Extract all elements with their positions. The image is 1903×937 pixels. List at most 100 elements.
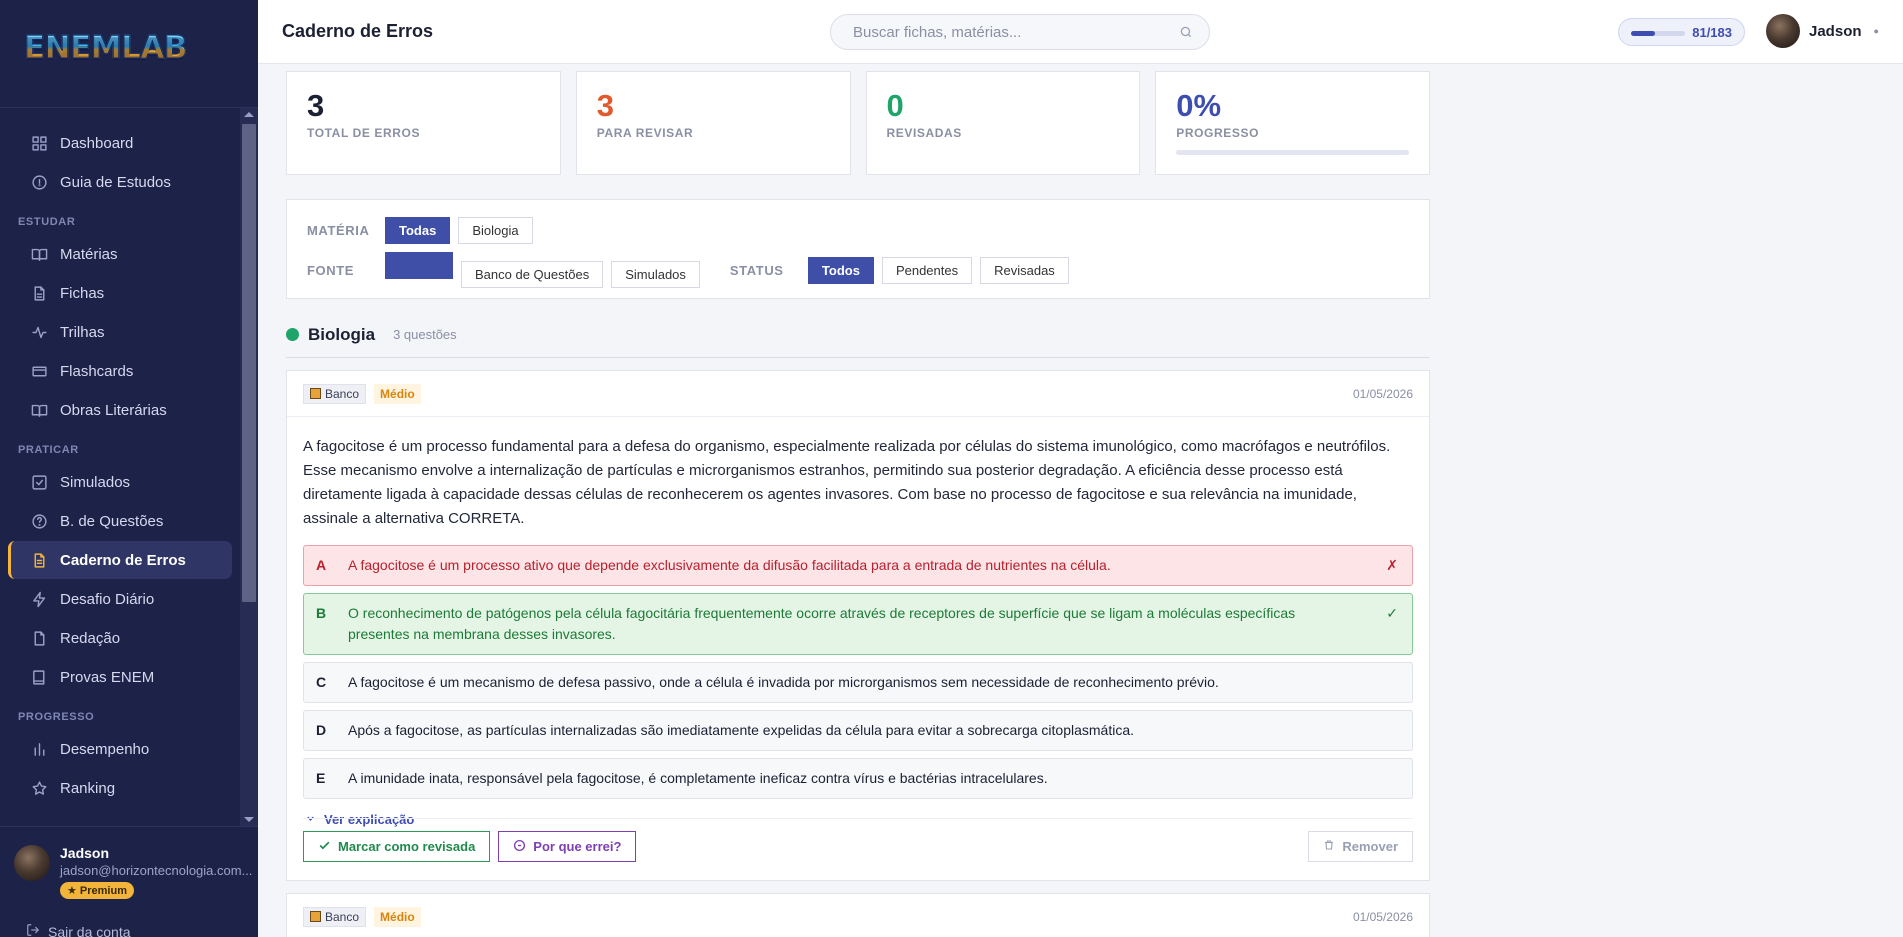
progress-pill[interactable]: 81/183 xyxy=(1618,18,1745,46)
materia-chip-todas[interactable]: Todas xyxy=(385,216,451,244)
logo[interactable]: ENEMLAB xyxy=(0,0,258,108)
question-date: 01/05/2026 xyxy=(1352,386,1413,401)
option-text: A imunidade inata, responsável pela fago… xyxy=(348,770,1048,786)
status-chip-todos[interactable]: Todos xyxy=(807,256,874,284)
sidebar-item-label: Redação xyxy=(60,629,121,647)
book-open-icon xyxy=(30,245,48,263)
filter-label-fonte: FONTE xyxy=(307,262,355,278)
file-text-icon xyxy=(30,284,48,302)
option-letter: C xyxy=(316,674,327,690)
sidebar-item-label: Matérias xyxy=(60,245,118,263)
scrollbar-thumb[interactable] xyxy=(242,124,256,602)
sidebar-item-label: Desafio Diário xyxy=(60,590,155,608)
fonte-chip-simulados[interactable]: Simulados xyxy=(611,261,700,288)
progress-track xyxy=(1631,31,1685,36)
sidebar-item-b-de-quest-es[interactable]: B. de Questões xyxy=(8,502,232,540)
logout-link[interactable]: Sair da conta xyxy=(26,923,131,937)
sidebar: ENEMLAB Dashboard Guia de Estudos ESTUDAR M… xyxy=(0,0,258,937)
scroll-up-icon[interactable] xyxy=(244,112,254,117)
stat-value: 3 xyxy=(307,88,325,123)
answer-option-a[interactable]: A A fagocitose é um processo ativo que de… xyxy=(303,545,1413,586)
sidebar-scrollbar[interactable] xyxy=(240,108,258,826)
status-chip-pendentes[interactable]: Pendentes xyxy=(881,256,973,284)
source-tag: Banco xyxy=(303,383,367,404)
logout-label: Sair da conta xyxy=(48,923,131,937)
info-circle-icon xyxy=(513,839,526,855)
sidebar-item-label: Flashcards xyxy=(60,362,134,380)
scroll-down-icon[interactable] xyxy=(244,817,254,822)
grid-icon xyxy=(30,134,48,152)
sidebar-item-trilhas[interactable]: Trilhas xyxy=(8,313,232,351)
sidebar-item-reda-o[interactable]: Redação xyxy=(8,619,232,657)
option-letter: B xyxy=(316,605,327,621)
check-mark-icon: ✓ xyxy=(1386,605,1398,621)
answer-option-c[interactable]: C A fagocitose é um mecanismo de defesa p… xyxy=(303,662,1413,703)
search-icon[interactable] xyxy=(1179,25,1193,44)
sidebar-item-caderno-de-erros[interactable]: Caderno de Erros xyxy=(8,541,232,579)
sidebar-item-label: Fichas xyxy=(60,284,105,302)
sidebar-item-desempenho[interactable]: Desempenho xyxy=(8,730,232,768)
book-icon xyxy=(310,388,321,399)
materia-chip-biologia[interactable]: Biologia xyxy=(458,216,533,244)
remove-button[interactable]: Remover xyxy=(1308,831,1413,862)
option-text: Após a fagocitose, as partículas interna… xyxy=(348,722,1134,738)
question-card: Banco Médio 01/05/2026 xyxy=(286,893,1430,937)
avatar xyxy=(1766,14,1800,48)
mark-reviewed-button[interactable]: Marcar como revisada xyxy=(303,831,491,862)
difficulty-tag: Médio xyxy=(374,906,421,927)
cards-icon xyxy=(30,362,48,380)
filter-label-status: STATUS xyxy=(729,262,784,278)
stat-label: REVISADAS xyxy=(886,126,962,140)
avatar[interactable] xyxy=(14,845,50,881)
stat-value: 0% xyxy=(1176,88,1222,123)
sidebar-item-mat-rias[interactable]: Matérias xyxy=(8,235,232,273)
difficulty-tag: Médio xyxy=(374,383,421,404)
answer-option-d[interactable]: D Após a fagocitose, as partículas intern… xyxy=(303,710,1413,751)
subject-group-header[interactable]: Biologia 3 questões xyxy=(286,320,1430,358)
fonte-chips: Banco de Questões Simulados xyxy=(385,252,708,288)
answer-option-b[interactable]: B O reconhecimento de patógenos pela célu… xyxy=(303,593,1413,655)
question-card-header: Banco Médio 01/05/2026 xyxy=(287,371,1429,417)
sidebar-item-dashboard[interactable]: Dashboard xyxy=(8,124,232,162)
fonte-chip-all[interactable] xyxy=(385,252,453,279)
sidebar-item-fichas[interactable]: Fichas xyxy=(8,274,232,312)
main-content: 3 TOTAL DE ERROS 3 PARA REVISAR 0 REVISADAS 0%… xyxy=(286,64,1430,937)
sidebar-item-flashcards[interactable]: Flashcards xyxy=(8,352,232,390)
star-icon xyxy=(30,779,48,797)
book-icon xyxy=(30,401,48,419)
sidebar-item-label: Desempenho xyxy=(60,740,150,758)
search-input[interactable] xyxy=(831,15,1151,49)
sidebar-item-guia-de-estudos[interactable]: Guia de Estudos xyxy=(8,163,232,201)
option-letter: E xyxy=(316,770,326,786)
notebook-icon xyxy=(30,551,48,569)
question-date: 01/05/2026 xyxy=(1352,909,1413,924)
sidebar-item-ranking[interactable]: Ranking xyxy=(8,769,232,807)
header-user-menu[interactable]: Jadson ● xyxy=(1766,14,1879,48)
filter-label-materia: MATÉRIA xyxy=(307,222,370,238)
sidebar-item-simulados[interactable]: Simulados xyxy=(8,463,232,501)
sidebar-item-obras-liter-rias[interactable]: Obras Literárias xyxy=(8,391,232,429)
source-tag: Banco xyxy=(303,906,367,927)
sidebar-item-provas-enem[interactable]: Provas ENEM xyxy=(8,658,232,696)
fonte-chip-banco-de-quest-es[interactable]: Banco de Questões xyxy=(461,261,604,288)
sidebar-item-desafio-di-rio[interactable]: Desafio Diário xyxy=(8,580,232,618)
check-square-icon xyxy=(30,473,48,491)
status-chip-revisadas[interactable]: Revisadas xyxy=(980,256,1069,284)
answer-option-e[interactable]: E A imunidade inata, responsável pela fag… xyxy=(303,758,1413,799)
zap-icon xyxy=(30,590,48,608)
logout-icon xyxy=(26,923,40,937)
question-card-header: Banco Médio 01/05/2026 xyxy=(287,894,1429,937)
sidebar-item-label: Provas ENEM xyxy=(60,668,155,686)
why-wrong-button[interactable]: Por que errei? xyxy=(498,831,637,862)
sidebar-item-label: Obras Literárias xyxy=(60,401,167,419)
stat-progress-bar xyxy=(1176,150,1409,155)
stat-value: 3 xyxy=(596,88,614,123)
sidebar-section-title: PROGRESSO xyxy=(18,711,95,723)
top-header: Caderno de Erros 81/183 Jadson ● xyxy=(258,0,1903,64)
stat-card: 3 TOTAL DE ERROS xyxy=(286,71,561,175)
chevron-down-icon: ● xyxy=(1873,26,1879,36)
stat-label: TOTAL DE ERROS xyxy=(307,126,421,140)
activity-icon xyxy=(30,323,48,341)
materia-chips: Todas Biologia xyxy=(385,216,541,244)
question-card-actions: Marcar como revisada Por que errei? Remo… xyxy=(303,818,1413,864)
